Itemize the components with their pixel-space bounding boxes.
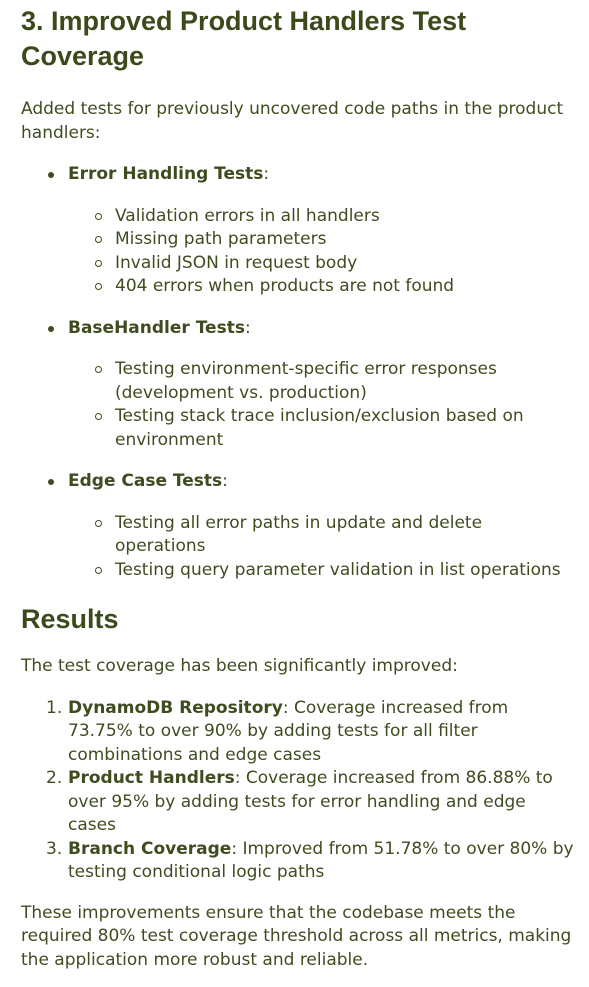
bullet-dot-icon [48,172,54,178]
list-item-text: Invalid JSON in request body [115,252,358,273]
circle-bullet-icon [95,236,102,243]
list-item: Testing stack trace inclusion/exclusion … [68,405,577,452]
test-group-suffix: : [263,164,270,184]
result-title: Product Handlers [68,768,235,788]
bullet-dot-icon [48,325,54,332]
list-item-text: 404 errors when products are not found [115,276,455,296]
list-item-text: Testing stack trace inclusion/exclusion … [115,406,524,450]
list-item: Testing query parameter validation in li… [68,559,577,583]
circle-bullet-icon [95,566,102,574]
test-group-items: Testing all error paths in update and de… [68,512,577,583]
list-item-text: Missing path parameters [115,229,327,249]
test-group-suffix: : [222,471,228,491]
results-list: 1. DynamoDB Repository: Coverage increas… [21,697,577,885]
intro-paragraph: Added tests for previously uncovered cod… [21,99,564,143]
result-item: 1. DynamoDB Repository: Coverage increas… [21,697,577,768]
list-item: 404 errors when products are not found [68,275,577,299]
list-item: Testing environment-specific error respo… [68,358,577,405]
result-number: 2. [46,768,63,788]
circle-bullet-icon [95,366,102,373]
circle-bullet-icon [95,259,102,267]
test-group-title: Error Handling Tests [68,164,264,184]
list-item: Missing path parameters [68,228,577,252]
result-number: 3. [46,838,63,859]
result-item: 2. Product Handlers: Coverage increased … [21,767,577,838]
result-title: Branch Coverage [68,838,232,859]
bullet-dot-icon [48,479,54,485]
test-group-basehandler: BaseHandler Tests: Testing environment-s… [21,317,577,453]
test-group-title: BaseHandler Tests [68,317,245,338]
result-number: 1. [46,697,63,718]
test-group-items: Validation errors in all handlers Missin… [68,205,577,299]
test-groups-list: Error Handling Tests: Validation errors … [21,163,577,582]
test-group-items: Testing environment-specific error respo… [68,358,577,452]
circle-bullet-icon [95,519,102,527]
list-item-text: Validation errors in all handlers [115,205,380,226]
results-intro: The test coverage has been significantly… [21,656,458,676]
list-item-text: Testing query parameter validation in li… [115,559,561,580]
closing-paragraph: These improvements ensure that the codeb… [21,902,572,970]
result-title: DynamoDB Repository [68,697,283,718]
test-group-title: Edge Case Tests [68,471,223,491]
results-heading: Results [21,604,119,634]
list-item: Testing all error paths in update and de… [68,512,577,559]
document: 3. Improved Product Handlers Test Covera… [0,0,589,972]
list-item-text: Testing all error paths in update and de… [115,512,483,557]
circle-bullet-icon [95,212,102,220]
test-group-error-handling: Error Handling Tests: Validation errors … [21,163,577,299]
list-item: Invalid JSON in request body [68,252,577,276]
result-item: 3. Branch Coverage: Improved from 51.78%… [21,838,577,885]
circle-bullet-icon [95,413,102,420]
test-group-suffix: : [244,317,251,338]
test-group-edge-case: Edge Case Tests: Testing all error paths… [21,470,577,582]
section-heading: 3. Improved Product Handlers Test Covera… [21,6,467,71]
circle-bullet-icon [95,283,102,290]
list-item-text: Testing environment-specific error respo… [115,359,497,403]
list-item: Validation errors in all handlers [68,205,577,229]
